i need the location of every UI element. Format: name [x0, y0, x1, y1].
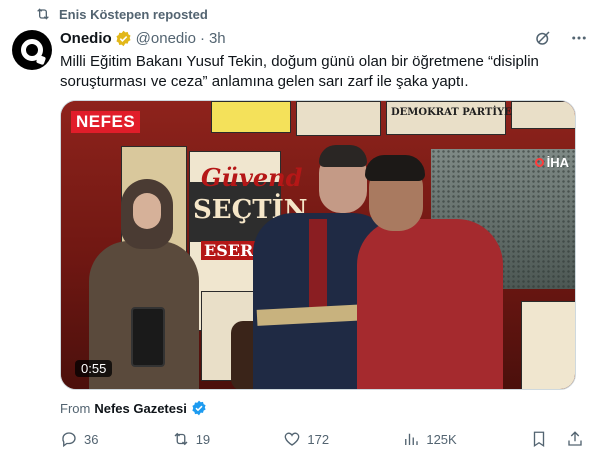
poster — [296, 101, 381, 136]
action-bar: 36 19 172 125K — [60, 430, 584, 448]
nefes-logo: NEFES — [71, 111, 141, 133]
poster — [521, 301, 575, 389]
video-duration: 0:55 — [75, 360, 113, 377]
iha-watermark: İHA — [534, 155, 569, 170]
like-icon — [285, 432, 300, 446]
repost-icon — [174, 432, 188, 446]
bookmark-button[interactable] — [530, 430, 548, 448]
source-name[interactable]: Nefes Gazetesi — [94, 401, 187, 416]
repost-indicator[interactable]: Enis Köstepen reposted — [35, 6, 208, 22]
reply-count: 36 — [84, 431, 99, 447]
person-figure — [319, 145, 367, 167]
person-figure — [357, 219, 503, 389]
repost-button[interactable]: 19 — [172, 430, 210, 448]
video-player[interactable]: İHA Güvend SEÇTİN ESERİNİ DEMOKRAT PARTİ… — [60, 100, 576, 390]
person-figure — [309, 219, 327, 309]
bookmark-icon — [533, 431, 545, 448]
reply-icon — [62, 432, 76, 448]
verified-blue-icon — [192, 400, 206, 416]
tweet-header: Onedio @onedio · 3h — [60, 28, 588, 48]
more-icon[interactable] — [570, 29, 588, 47]
display-name[interactable]: Onedio — [60, 30, 112, 47]
like-count: 172 — [307, 431, 330, 447]
share-icon — [568, 431, 582, 446]
grok-icon[interactable] — [534, 29, 552, 47]
views-button[interactable]: 125K — [402, 430, 457, 448]
tweet-text: Milli Eğitim Bakanı Yusuf Tekin, doğum g… — [60, 53, 539, 90]
verified-gold-icon[interactable] — [115, 30, 132, 47]
person-figure — [365, 155, 425, 181]
poster-text: DEMOKRAT PARTİYE — [391, 107, 512, 118]
reply-button[interactable]: 36 — [60, 430, 98, 448]
poster — [511, 101, 575, 129]
views-count: 125K — [426, 431, 457, 447]
onedio-logo-icon — [21, 39, 43, 61]
poster — [211, 101, 291, 133]
share-button[interactable] — [566, 430, 584, 448]
person-figure — [133, 193, 161, 229]
source-attribution: From Nefes Gazetesi — [60, 400, 207, 416]
poster-text: Güvend — [201, 163, 303, 192]
separator-dot: · — [199, 29, 205, 47]
repost-count: 19 — [195, 431, 211, 447]
repost-text: Enis Köstepen reposted — [59, 6, 208, 22]
views-icon — [405, 433, 419, 445]
handle[interactable]: @onedio — [136, 30, 196, 47]
like-button[interactable]: 172 — [283, 430, 329, 448]
repost-icon — [37, 8, 49, 20]
from-label: From — [60, 400, 91, 416]
avatar[interactable] — [12, 30, 52, 70]
timestamp[interactable]: 3h — [209, 30, 226, 47]
phone — [131, 307, 165, 367]
